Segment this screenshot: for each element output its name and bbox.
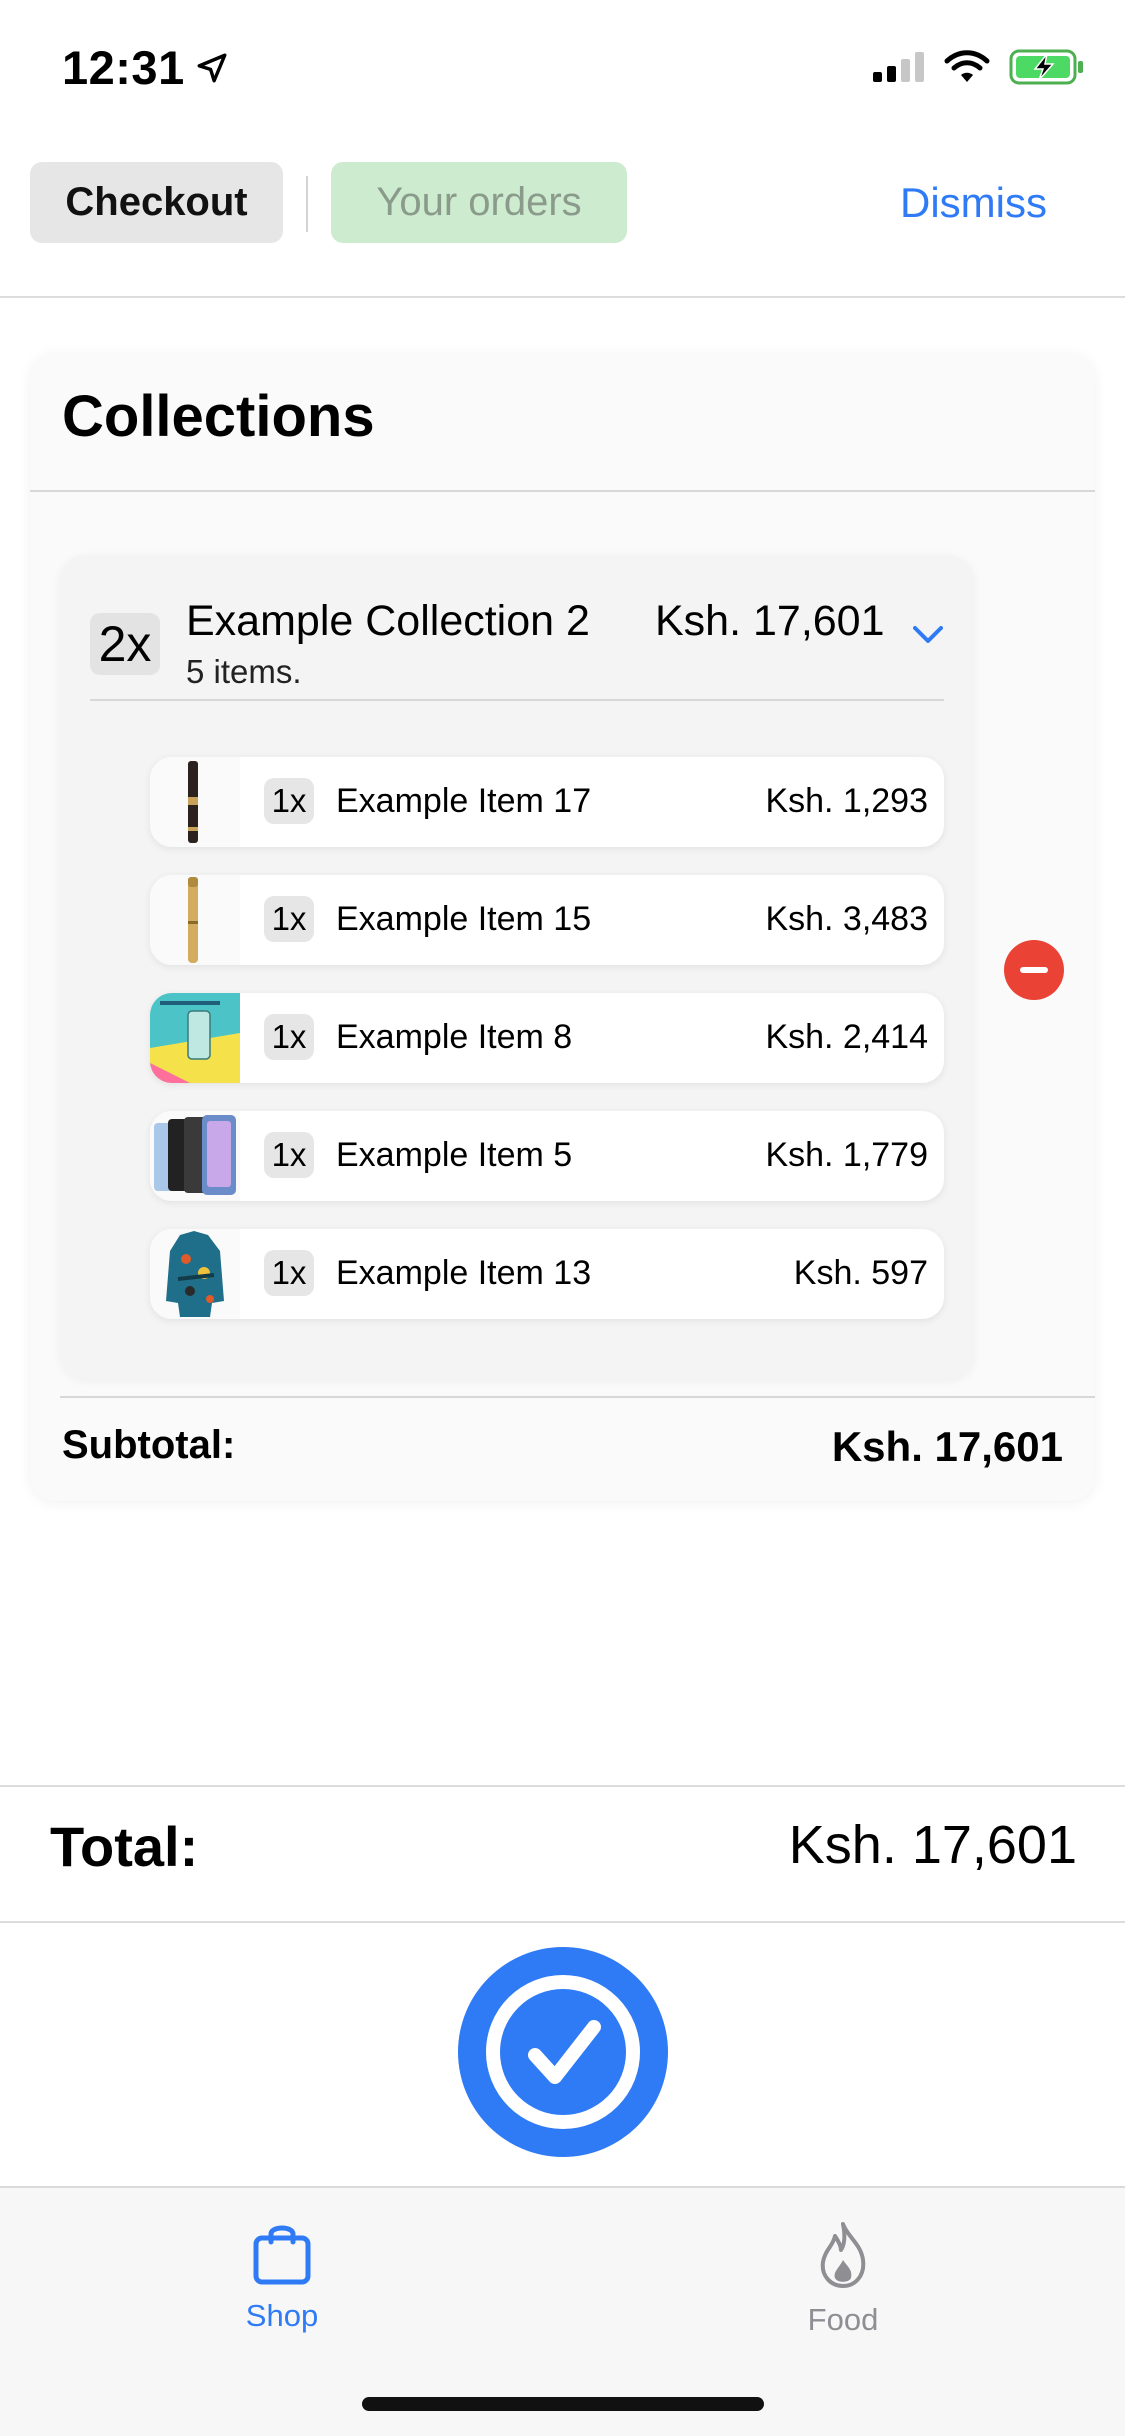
collection-group: 2x Example Collection 2 5 items. Ksh. 17… bbox=[60, 555, 974, 1379]
remove-collection-button[interactable] bbox=[1004, 940, 1064, 1000]
cellular-signal-icon bbox=[873, 52, 924, 82]
collections-card: Collections 2x Example Collection 2 5 it… bbox=[30, 353, 1095, 1501]
item-price: Ksh. 1,293 bbox=[765, 782, 928, 820]
item-name: Example Item 13 bbox=[336, 1254, 592, 1292]
lipstick-product-image bbox=[188, 761, 198, 843]
checkout-header: Checkout Your orders Dismiss bbox=[0, 140, 1125, 298]
item-thumbnail bbox=[150, 993, 240, 1083]
tab-shop[interactable]: Shop bbox=[182, 2220, 382, 2334]
chevron-down-icon[interactable] bbox=[911, 623, 945, 647]
status-icons bbox=[871, 48, 1085, 86]
location-arrow-icon bbox=[197, 53, 227, 82]
status-bar: 12:31 bbox=[0, 0, 1125, 140]
list-item[interactable]: 1x Example Item 8 Ksh. 2,414 bbox=[150, 993, 944, 1083]
item-quantity-badge: 1x bbox=[264, 1250, 314, 1296]
item-price: Ksh. 3,483 bbox=[765, 900, 928, 938]
item-thumbnail bbox=[150, 757, 240, 847]
list-item[interactable]: 1x Example Item 13 Ksh. 597 bbox=[150, 1229, 944, 1319]
flame-icon bbox=[820, 2222, 866, 2288]
divider bbox=[90, 699, 944, 701]
total-value: Ksh. 17,601 bbox=[788, 1815, 1077, 1875]
subtotal-label: Subtotal: bbox=[62, 1423, 236, 1467]
list-item[interactable]: 1x Example Item 17 Ksh. 1,293 bbox=[150, 757, 944, 847]
shopping-bag-icon bbox=[253, 2225, 311, 2285]
item-quantity-badge: 1x bbox=[264, 778, 314, 824]
battery-charging-icon bbox=[1009, 49, 1083, 85]
item-price: Ksh. 1,779 bbox=[765, 1136, 928, 1174]
collection-name: Example Collection 2 bbox=[186, 597, 590, 645]
smartphones-product-image bbox=[154, 1115, 236, 1195]
subtotal-value: Ksh. 17,601 bbox=[831, 1423, 1063, 1470]
divider bbox=[0, 1785, 1125, 1787]
clock-text: 12:31 bbox=[62, 41, 185, 94]
item-price: Ksh. 597 bbox=[793, 1254, 928, 1292]
item-name: Example Item 17 bbox=[336, 782, 592, 820]
jacket-product-image bbox=[166, 1231, 224, 1317]
item-name: Example Item 5 bbox=[336, 1136, 573, 1174]
tab-shop-label: Shop bbox=[245, 2298, 319, 2333]
item-name: Example Item 15 bbox=[336, 900, 592, 938]
dismiss-button[interactable]: Dismiss bbox=[900, 162, 1047, 243]
home-indicator bbox=[362, 2397, 764, 2411]
divider bbox=[60, 1396, 1095, 1398]
item-quantity-badge: 1x bbox=[264, 1014, 314, 1060]
segment-divider bbox=[306, 176, 308, 232]
item-quantity-badge: 1x bbox=[264, 896, 314, 942]
item-thumbnail bbox=[150, 1111, 240, 1201]
collection-price: Ksh. 17,601 bbox=[655, 597, 885, 645]
total-label: Total: bbox=[50, 1815, 199, 1878]
confirm-order-button[interactable] bbox=[458, 1947, 668, 2157]
collection-quantity-badge: 2x bbox=[90, 613, 160, 675]
divider bbox=[0, 1921, 1125, 1923]
tab-your-orders[interactable]: Your orders bbox=[331, 162, 627, 243]
tab-food[interactable]: Food bbox=[743, 2220, 943, 2338]
wifi-icon bbox=[944, 50, 990, 82]
list-item[interactable]: 1x Example Item 5 Ksh. 1,779 bbox=[150, 1111, 944, 1201]
collections-title: Collections bbox=[62, 384, 375, 449]
item-price: Ksh. 2,414 bbox=[765, 1018, 928, 1056]
divider bbox=[30, 490, 1095, 492]
collection-item-count: 5 items. bbox=[186, 653, 302, 690]
item-quantity-badge: 1x bbox=[264, 1132, 314, 1178]
status-time: 12:31 bbox=[62, 40, 229, 95]
phone-advert-product-image bbox=[150, 993, 240, 1083]
item-thumbnail bbox=[150, 875, 240, 965]
tab-checkout[interactable]: Checkout bbox=[30, 162, 283, 243]
tab-food-label: Food bbox=[807, 2302, 879, 2337]
checkmark-circle-icon bbox=[486, 1975, 640, 2129]
item-thumbnail bbox=[150, 1229, 240, 1319]
item-name: Example Item 8 bbox=[336, 1018, 573, 1056]
highlighter-product-image bbox=[188, 877, 198, 963]
list-item[interactable]: 1x Example Item 15 Ksh. 3,483 bbox=[150, 875, 944, 965]
